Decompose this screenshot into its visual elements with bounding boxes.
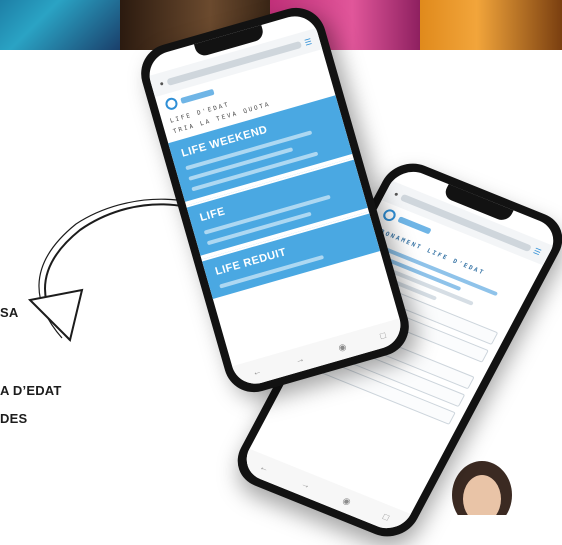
lock-icon: ● <box>392 190 400 199</box>
photo-4 <box>420 0 562 50</box>
side-text-3: DES <box>0 411 28 426</box>
tabs-icon[interactable]: □ <box>379 330 387 341</box>
tabs-icon[interactable]: □ <box>381 511 391 522</box>
home-icon[interactable]: ◉ <box>341 495 353 508</box>
logo-wordmark <box>180 88 215 104</box>
person-photo <box>452 461 512 515</box>
home-icon[interactable]: ◉ <box>337 341 348 354</box>
lock-icon: ● <box>158 79 165 88</box>
back-icon[interactable]: ← <box>258 462 271 474</box>
menu-icon[interactable]: ☰ <box>532 246 543 257</box>
browser-toolbar: ← → ◉ □ <box>238 448 411 536</box>
forward-icon[interactable]: → <box>294 353 305 365</box>
logo-mark <box>381 207 398 223</box>
side-text-2: A D’EDAT <box>0 383 62 398</box>
forward-icon[interactable]: → <box>299 478 312 490</box>
photo-1 <box>0 0 120 50</box>
logo-mark <box>164 96 179 112</box>
menu-icon[interactable]: ☰ <box>303 36 312 47</box>
back-icon[interactable]: ← <box>251 366 262 378</box>
side-text-1: SA <box>0 305 19 320</box>
